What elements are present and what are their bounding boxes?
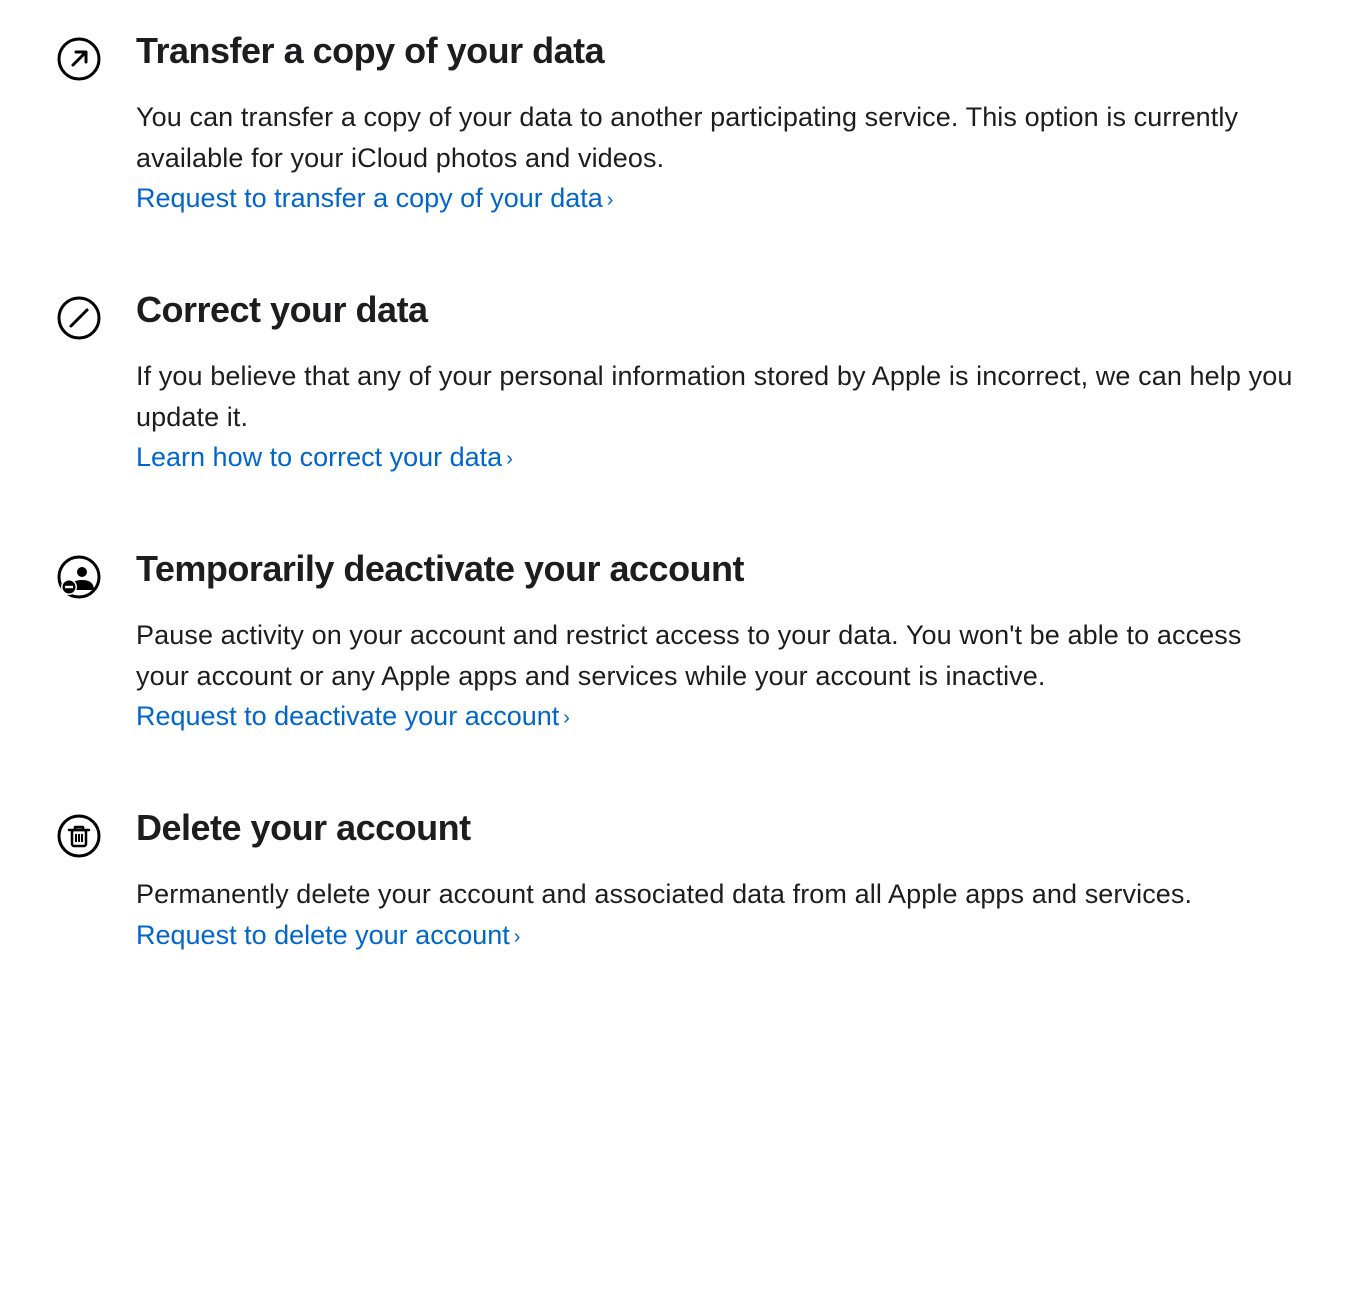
section-content: Correct your data If you believe that an… — [136, 289, 1300, 478]
section-description: Pause activity on your account and restr… — [136, 615, 1300, 696]
section-transfer-data: Transfer a copy of your data You can tra… — [56, 30, 1300, 219]
section-description: You can transfer a copy of your data to … — [136, 97, 1300, 178]
deactivate-account-link[interactable]: Request to deactivate your account› — [136, 696, 570, 737]
correct-data-link[interactable]: Learn how to correct your data› — [136, 437, 513, 478]
section-content: Temporarily deactivate your account Paus… — [136, 548, 1300, 737]
section-content: Delete your account Permanently delete y… — [136, 807, 1300, 955]
section-content: Transfer a copy of your data You can tra… — [136, 30, 1300, 219]
chevron-right-icon: › — [506, 448, 513, 470]
section-title: Temporarily deactivate your account — [136, 548, 1300, 589]
section-deactivate-account: Temporarily deactivate your account Paus… — [56, 548, 1300, 737]
pencil-icon — [56, 295, 102, 341]
section-description: Permanently delete your account and asso… — [136, 874, 1300, 915]
section-title: Delete your account — [136, 807, 1300, 848]
arrow-out-icon — [56, 36, 102, 82]
section-title: Transfer a copy of your data — [136, 30, 1300, 71]
transfer-data-link[interactable]: Request to transfer a copy of your data› — [136, 178, 613, 219]
section-description: If you believe that any of your personal… — [136, 356, 1300, 437]
delete-account-link[interactable]: Request to delete your account› — [136, 915, 520, 956]
section-title: Correct your data — [136, 289, 1300, 330]
section-correct-data: Correct your data If you believe that an… — [56, 289, 1300, 478]
chevron-right-icon: › — [607, 189, 614, 211]
section-delete-account: Delete your account Permanently delete y… — [56, 807, 1300, 955]
chevron-right-icon: › — [514, 926, 521, 948]
user-minus-icon — [56, 554, 102, 600]
chevron-right-icon: › — [563, 707, 570, 729]
trash-icon — [56, 813, 102, 859]
